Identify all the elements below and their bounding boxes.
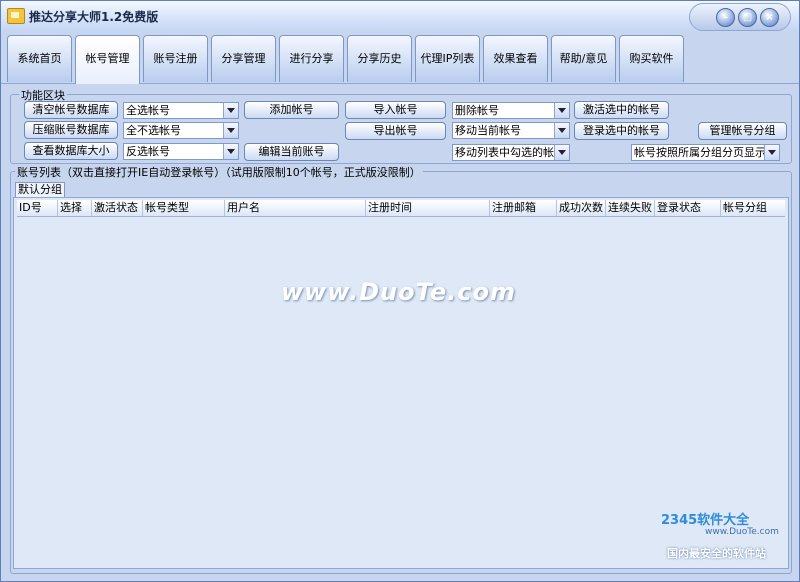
tab-account-management[interactable]: 帐号管理 xyxy=(75,35,140,84)
tab-do-share[interactable]: 进行分享 xyxy=(279,35,344,82)
select-none-dropdown[interactable]: 全不选帐号 xyxy=(123,122,239,139)
window-title: 推达分享大师1.2免费版 xyxy=(29,10,159,24)
column-header-account-type[interactable]: 帐号类型 xyxy=(143,200,225,216)
export-accounts-button[interactable]: 导出帐号 xyxy=(345,122,446,140)
login-selected-button[interactable]: 登录选中的帐号 xyxy=(574,122,669,140)
table-header: ID号 选择 激活状态 帐号类型 用户名 注册时间 注册邮箱 成功次数 连续失败… xyxy=(17,200,785,217)
select-all-dropdown[interactable]: 全选帐号 xyxy=(123,102,239,119)
tab-default-group[interactable]: 默认分组 xyxy=(15,182,65,198)
watermark-url: www.DuoTe.com xyxy=(705,527,779,537)
chevron-down-icon[interactable] xyxy=(223,103,238,118)
watermark-logo: 2345软件大全 xyxy=(661,513,750,528)
import-accounts-button[interactable]: 导入帐号 xyxy=(345,101,446,119)
view-database-size-button[interactable]: 查看数据库大小 xyxy=(24,142,118,160)
move-checked-value: 移动列表中勾选的帐 xyxy=(455,146,554,159)
tab-effect-view[interactable]: 效果查看 xyxy=(483,35,548,82)
window-controls: – ▢ × xyxy=(689,3,791,31)
add-account-button[interactable]: 添加帐号 xyxy=(244,101,339,119)
tab-share-history[interactable]: 分享历史 xyxy=(347,35,412,82)
column-header-activation[interactable]: 激活状态 xyxy=(92,200,143,216)
move-checked-dropdown[interactable]: 移动列表中勾选的帐 xyxy=(452,144,570,161)
app-icon xyxy=(7,8,25,24)
column-header-id[interactable]: ID号 xyxy=(17,200,58,216)
maximize-button[interactable]: ▢ xyxy=(738,8,757,27)
chevron-down-icon[interactable] xyxy=(223,144,238,159)
chevron-down-icon[interactable] xyxy=(554,103,569,118)
tab-proxy-ip-list[interactable]: 代理IP列表 xyxy=(415,35,480,82)
minimize-button[interactable]: – xyxy=(716,8,735,27)
select-all-value: 全选帐号 xyxy=(126,104,170,117)
chevron-down-icon[interactable] xyxy=(554,145,569,160)
activate-selected-button[interactable]: 激活选中的帐号 xyxy=(574,101,669,119)
clear-database-button[interactable]: 清空帐号数据库 xyxy=(24,101,118,119)
close-button[interactable]: × xyxy=(760,8,779,27)
edit-account-button[interactable]: 编辑当前账号 xyxy=(244,143,339,161)
delete-account-dropdown[interactable]: 删除帐号 xyxy=(452,102,570,119)
move-current-value: 移动当前帐号 xyxy=(455,124,521,137)
select-none-value: 全不选帐号 xyxy=(126,124,181,137)
column-header-consecutive-failures[interactable]: 连续失败 xyxy=(606,200,655,216)
account-list-legend: 账号列表（双击直接打开IE自动登录帐号）（试用版限制10个帐号，正式版没限制） xyxy=(15,164,423,180)
tab-buy-software[interactable]: 购买软件 xyxy=(619,35,684,82)
move-current-dropdown[interactable]: 移动当前帐号 xyxy=(452,122,570,139)
manage-groups-button[interactable]: 管理帐号分组 xyxy=(698,122,787,140)
corner-watermark: 2345软件大全 www.DuoTe.com 国内最安全的软件站 xyxy=(661,509,797,575)
column-header-username[interactable]: 用户名 xyxy=(225,200,366,216)
tab-share-management[interactable]: 分享管理 xyxy=(211,35,276,82)
tab-home[interactable]: 系统首页 xyxy=(7,35,72,82)
group-paging-value: 帐号按照所属分组分页显示 xyxy=(634,146,766,159)
center-watermark: www.DuoTe.com xyxy=(281,278,516,306)
column-header-register-time[interactable]: 注册时间 xyxy=(366,200,490,216)
chevron-down-icon[interactable] xyxy=(554,123,569,138)
app-window: 推达分享大师1.2免费版 – ▢ × 系统首页 帐号管理 账号注册 分享管理 进… xyxy=(0,0,800,582)
chevron-down-icon[interactable] xyxy=(223,123,238,138)
compress-database-button[interactable]: 压缩账号数据库 xyxy=(24,121,118,139)
invert-selection-dropdown[interactable]: 反选帐号 xyxy=(123,143,239,160)
tab-account-register[interactable]: 账号注册 xyxy=(143,35,208,82)
watermark-slogan: 国内最安全的软件站 xyxy=(667,547,766,560)
chevron-down-icon[interactable] xyxy=(764,145,779,160)
column-header-select[interactable]: 选择 xyxy=(58,200,92,216)
main-tab-bar: 系统首页 帐号管理 账号注册 分享管理 进行分享 分享历史 代理IP列表 效果查… xyxy=(1,31,799,84)
group-paging-dropdown[interactable]: 帐号按照所属分组分页显示 xyxy=(631,144,780,161)
delete-account-value: 删除帐号 xyxy=(455,104,499,117)
invert-selection-value: 反选帐号 xyxy=(126,145,170,158)
column-header-account-group[interactable]: 帐号分组 xyxy=(721,200,785,216)
column-header-login-status[interactable]: 登录状态 xyxy=(655,200,721,216)
column-header-register-email[interactable]: 注册邮箱 xyxy=(490,200,557,216)
column-header-success-count[interactable]: 成功次数 xyxy=(557,200,606,216)
title-bar: 推达分享大师1.2免费版 – ▢ × xyxy=(1,1,799,31)
tab-help-feedback[interactable]: 帮助/意见 xyxy=(551,35,616,82)
